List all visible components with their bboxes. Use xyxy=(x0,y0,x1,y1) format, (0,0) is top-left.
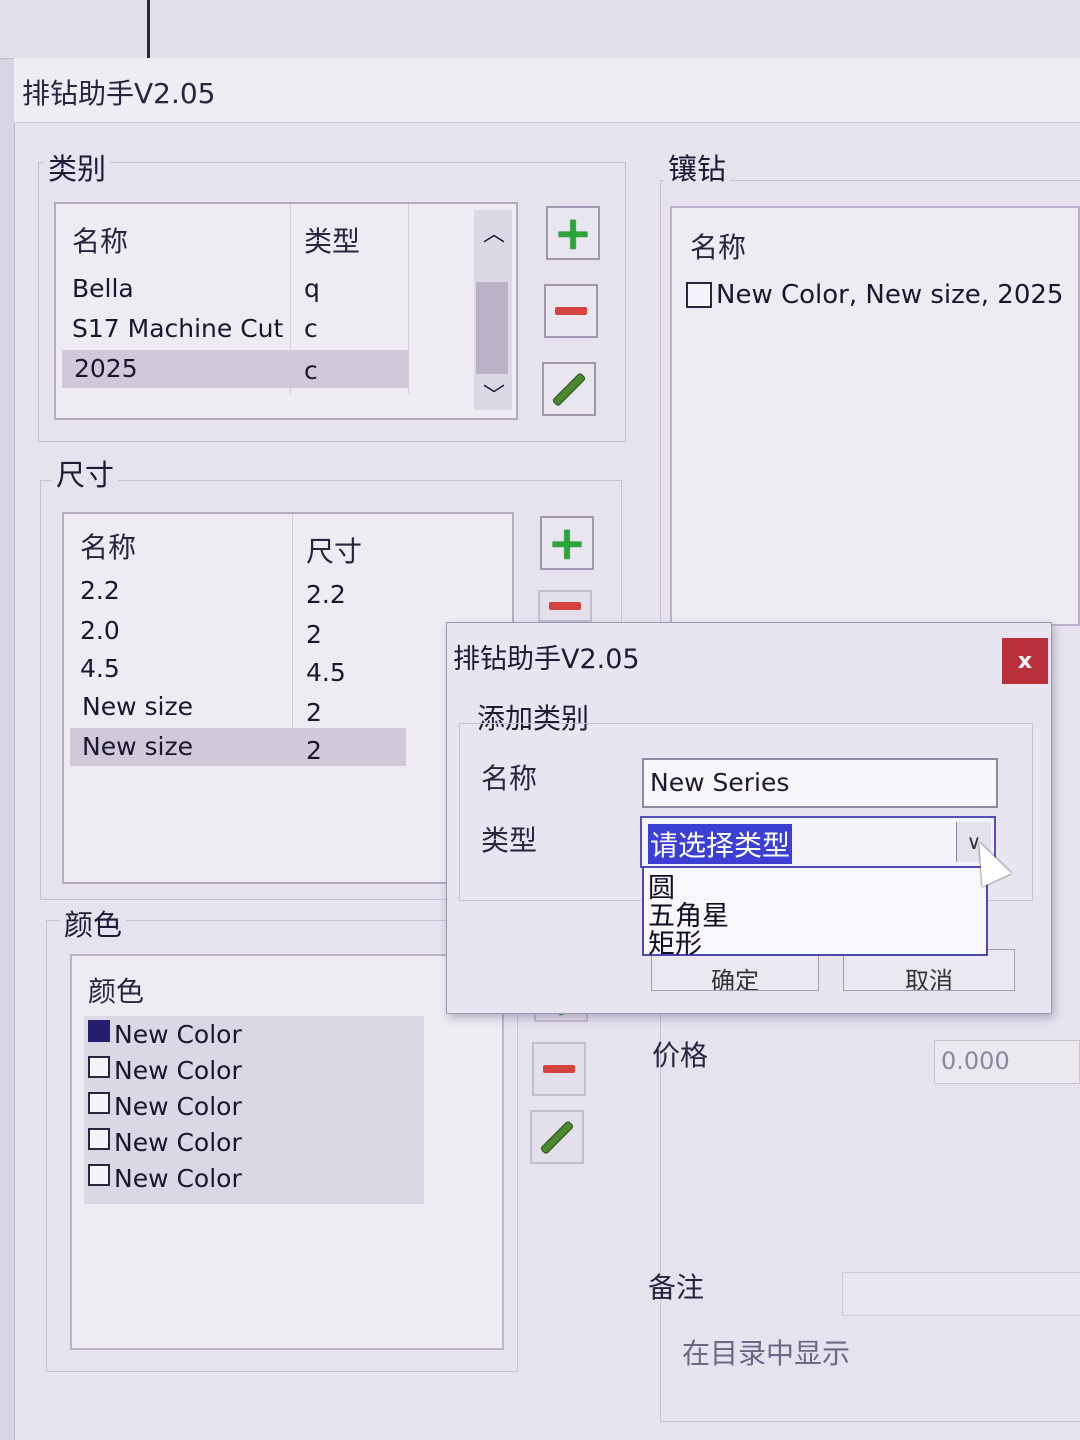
remove-color-button[interactable] xyxy=(532,1042,586,1096)
size-row-size[interactable]: 2 xyxy=(306,698,322,727)
color-swatch-checkbox[interactable] xyxy=(88,1164,110,1186)
dialog-type-label: 类型 xyxy=(481,824,538,857)
color-item[interactable]: New Color xyxy=(114,1092,242,1121)
size-row-name[interactable]: New size xyxy=(82,692,193,721)
minus-icon xyxy=(549,602,581,610)
scroll-thumb[interactable] xyxy=(476,282,508,374)
size-row-size[interactable]: 2 xyxy=(306,736,322,765)
minus-icon xyxy=(543,1065,575,1073)
color-group-title: 颜色 xyxy=(60,902,127,944)
category-scrollbar[interactable]: ︿ ﹀ xyxy=(474,210,512,410)
category-row-name[interactable]: 2025 xyxy=(74,354,138,383)
size-header-size[interactable]: 尺寸 xyxy=(306,530,362,570)
type-dropdown-list[interactable]: 圆 五角星 矩形 xyxy=(642,866,988,960)
category-group-title: 类别 xyxy=(44,146,111,188)
category-header-type[interactable]: 类型 xyxy=(304,220,360,260)
remark-input[interactable] xyxy=(842,1272,1080,1316)
size-row-name[interactable]: 2.0 xyxy=(80,616,120,645)
inlay-group-title: 镶钻 xyxy=(664,146,731,188)
color-item[interactable]: New Color xyxy=(114,1164,242,1193)
category-row-type[interactable]: q xyxy=(304,274,320,303)
size-row-size[interactable]: 2 xyxy=(306,620,322,649)
color-item[interactable]: New Color xyxy=(114,1056,242,1085)
category-row-name[interactable]: S17 Machine Cut xyxy=(72,314,283,343)
ok-button-label: 确定 xyxy=(711,967,759,991)
color-swatch-checkbox[interactable] xyxy=(88,1020,110,1042)
dialog-type-combobox[interactable]: 请选择类型 ∨ xyxy=(640,816,996,868)
color-swatch-checkbox[interactable] xyxy=(88,1128,110,1150)
size-row-name[interactable]: New size xyxy=(82,732,193,761)
main-titlebar: 排钻助手V2.05 xyxy=(14,58,1080,123)
color-swatch-checkbox[interactable] xyxy=(88,1092,110,1114)
add-category-button[interactable]: + xyxy=(546,206,600,260)
color-item[interactable]: New Color xyxy=(114,1020,242,1049)
cancel-button-label: 取消 xyxy=(905,967,953,991)
remark-label: 备注 xyxy=(648,1271,705,1304)
column-divider xyxy=(408,204,409,394)
add-size-button[interactable]: + xyxy=(540,516,594,570)
show-in-catalog-label[interactable]: 在目录中显示 xyxy=(682,1332,850,1372)
size-row-name[interactable]: 2.2 xyxy=(80,576,120,605)
column-divider xyxy=(292,514,293,764)
edit-color-button[interactable] xyxy=(530,1110,584,1164)
remove-size-button[interactable] xyxy=(538,590,592,622)
scroll-up-icon[interactable]: ︿ xyxy=(483,216,505,248)
dialog-title: 排钻助手V2.05 xyxy=(453,644,640,675)
type-option[interactable]: 矩形 xyxy=(648,922,702,961)
inlay-list[interactable]: 名称 New Color, New size, 2025 xyxy=(670,206,1080,626)
edit-category-button[interactable] xyxy=(542,362,596,416)
price-input[interactable]: 0.000 xyxy=(934,1040,1080,1084)
category-row-type[interactable]: c xyxy=(304,314,318,343)
category-table[interactable]: 名称 类型 Bella q S17 Machine Cut c 2025 c ︿… xyxy=(54,202,518,420)
inlay-item[interactable]: New Color, New size, 2025 xyxy=(716,280,1063,310)
minus-icon xyxy=(555,307,587,315)
combo-selected-text: 请选择类型 xyxy=(648,824,793,864)
window-title: 排钻助手V2.05 xyxy=(22,77,216,110)
monitor-bezel-area xyxy=(0,0,1080,59)
color-list[interactable]: 颜色 New Color New Color New Color New Col… xyxy=(70,954,504,1350)
size-row-size[interactable]: 4.5 xyxy=(306,658,346,687)
size-group-title: 尺寸 xyxy=(52,452,119,494)
color-swatch-checkbox[interactable] xyxy=(88,1056,110,1078)
remove-category-button[interactable] xyxy=(544,284,598,338)
pencil-icon xyxy=(541,1121,573,1153)
inlay-header[interactable]: 名称 xyxy=(690,226,746,266)
color-header[interactable]: 颜色 xyxy=(88,970,144,1010)
plus-icon: + xyxy=(547,516,587,570)
price-label: 价格 xyxy=(652,1039,709,1072)
category-row-name[interactable]: Bella xyxy=(72,274,134,303)
plus-icon: + xyxy=(553,206,593,260)
dialog-name-label: 名称 xyxy=(481,762,538,795)
scroll-down-icon[interactable]: ﹀ xyxy=(483,378,505,410)
color-item[interactable]: New Color xyxy=(114,1128,242,1157)
inlay-item-checkbox[interactable] xyxy=(686,282,712,308)
category-row-type[interactable]: c xyxy=(304,356,318,385)
category-header-name[interactable]: 名称 xyxy=(72,220,128,260)
size-row-name[interactable]: 4.5 xyxy=(80,654,120,683)
dialog-name-input[interactable]: New Series xyxy=(642,758,998,808)
pencil-icon xyxy=(553,373,585,405)
size-row-size[interactable]: 2.2 xyxy=(306,580,346,609)
bezel-edge xyxy=(147,0,150,58)
close-icon: x xyxy=(1017,648,1033,674)
dialog-close-button[interactable]: x xyxy=(1002,638,1048,684)
size-header-name[interactable]: 名称 xyxy=(80,526,136,566)
